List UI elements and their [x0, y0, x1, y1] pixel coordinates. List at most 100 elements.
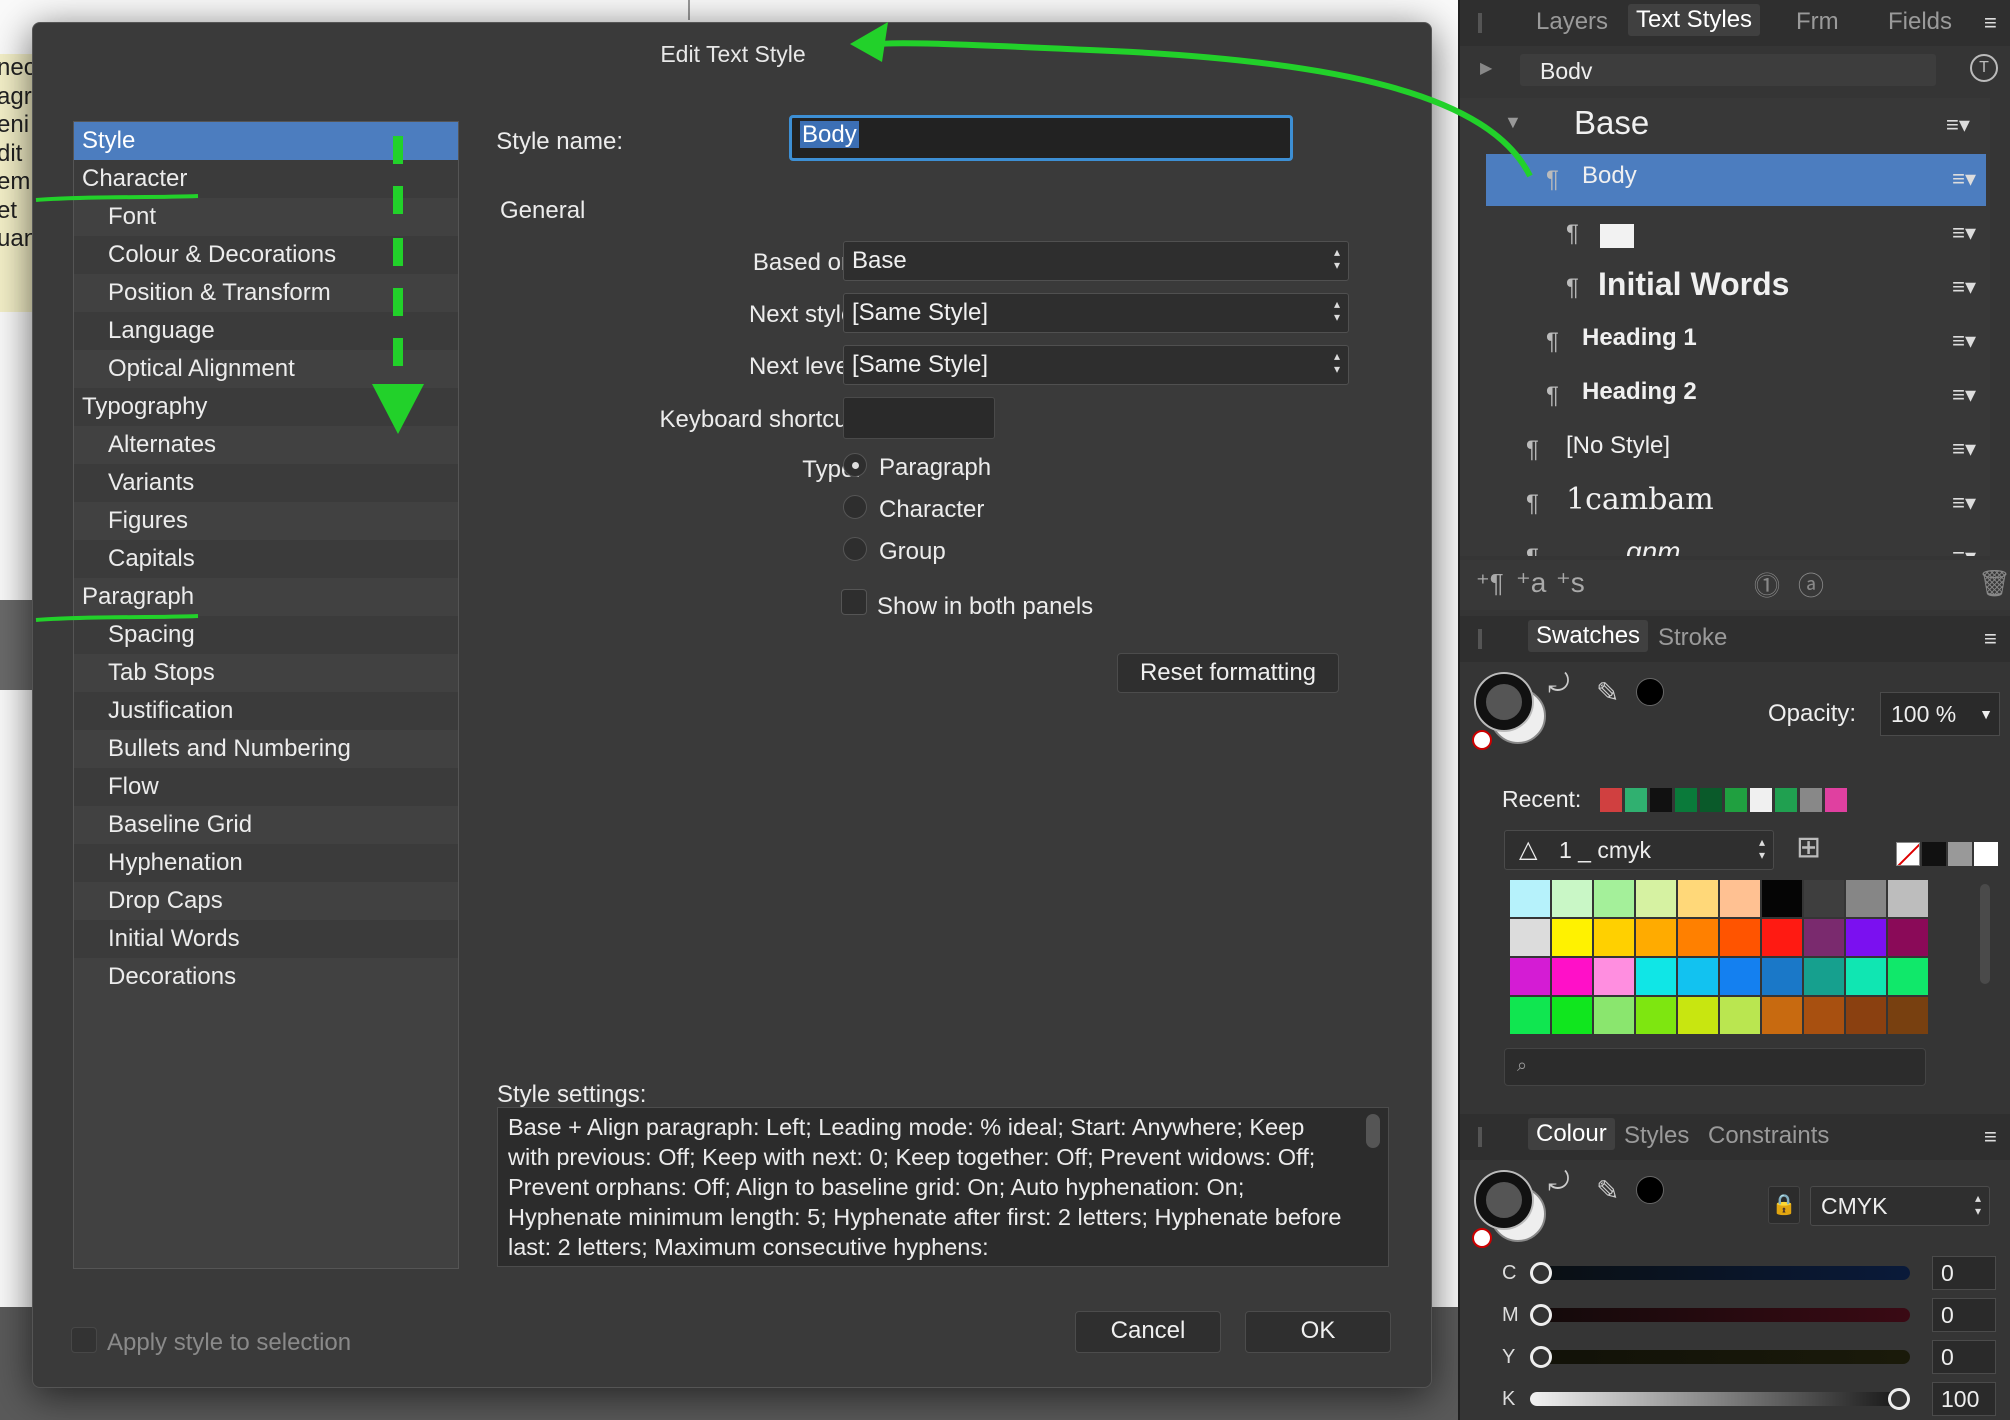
recent-color-swatch[interactable] [1700, 788, 1722, 812]
palette-swatch[interactable] [1804, 958, 1844, 995]
palette-select[interactable]: △ 1 _ cmyk ▴ ▾ [1504, 830, 1774, 870]
add-swatch-icon[interactable]: ⊞ [1796, 830, 1821, 865]
nav-item-hyphenation[interactable]: Hyphenation [74, 844, 458, 882]
panel-grip-icon[interactable] [1478, 13, 1482, 33]
nav-item-baseline-grid[interactable]: Baseline Grid [74, 806, 458, 844]
collapse-triangle-icon[interactable]: ▼ [1504, 112, 1522, 133]
palette-swatch[interactable] [1594, 958, 1634, 995]
current-color-dot[interactable] [1636, 678, 1664, 706]
grey-swatch[interactable] [1948, 842, 1972, 866]
paragraph-icon[interactable]: ⓵ [1754, 566, 1780, 603]
no-fill-icon[interactable] [1472, 1228, 1492, 1248]
nav-item-alternates[interactable]: Alternates [74, 426, 458, 464]
panel-grip-icon[interactable] [1478, 1127, 1482, 1147]
row-menu-icon[interactable]: ≡▾ [1952, 328, 1976, 354]
palette-swatch[interactable] [1594, 919, 1634, 956]
based-on-select[interactable]: Base ▴ ▾ [843, 241, 1349, 281]
channel-slider[interactable] [1530, 1350, 1910, 1364]
recent-color-swatch[interactable] [1775, 788, 1797, 812]
lock-icon[interactable]: 🔒 [1768, 1186, 1800, 1224]
nav-item-style[interactable]: Style [74, 122, 458, 160]
recent-color-swatch[interactable] [1825, 788, 1847, 812]
palette-swatch[interactable] [1720, 880, 1760, 917]
eyedropper-icon[interactable]: ✎ [1596, 1174, 1619, 1207]
tab-swatches[interactable]: Swatches [1528, 620, 1649, 652]
channel-value-field[interactable]: 0 [1932, 1298, 1996, 1332]
palette-swatch[interactable] [1510, 880, 1550, 917]
palette-swatch[interactable] [1636, 997, 1676, 1034]
nav-item-language[interactable]: Language [74, 312, 458, 350]
nav-item-tab-stops[interactable]: Tab Stops [74, 654, 458, 692]
opacity-field[interactable]: 100 % ▼ [1880, 692, 2000, 736]
nav-item-typography[interactable]: Typography [74, 388, 458, 426]
palette-swatch[interactable] [1846, 919, 1886, 956]
text-styles-list[interactable]: ▼ Base ≡▾ ¶ Body ≡▾ ¶ ≡▾ ¶ Initial Words ≡▾ ¶ Hea… [1460, 98, 1990, 556]
white-swatch[interactable] [1974, 842, 1998, 866]
recent-color-swatch[interactable] [1800, 788, 1822, 812]
palette-swatch[interactable] [1762, 958, 1802, 995]
none-swatch-icon[interactable] [1896, 842, 1920, 866]
palette-swatch[interactable] [1846, 880, 1886, 917]
palette-swatch[interactable] [1552, 880, 1592, 917]
type-paragraph-radio[interactable] [843, 453, 867, 477]
channel-slider[interactable] [1530, 1266, 1910, 1280]
text-style-row[interactable]: ¶ gnm ≡▾ [1486, 532, 1986, 556]
palette-swatch[interactable] [1888, 880, 1928, 917]
new-group-style-icon[interactable]: ⁺s [1556, 566, 1585, 599]
current-style-bar[interactable]: ▶ Bodv T [1472, 52, 1998, 88]
swatch-search-field[interactable]: ⌕ [1504, 1048, 1926, 1086]
panel-menu-icon[interactable]: ≡ [1984, 1124, 1997, 1150]
nav-item-bullets-and-numbering[interactable]: Bullets and Numbering [74, 730, 458, 768]
text-style-row[interactable]: ¶ Heading 2 ≡▾ [1486, 370, 1986, 422]
type-group-radio[interactable] [843, 537, 867, 561]
palette-swatch[interactable] [1678, 919, 1718, 956]
nav-item-drop-caps[interactable]: Drop Caps [74, 882, 458, 920]
palette-swatch[interactable] [1804, 919, 1844, 956]
nav-item-character[interactable]: Character [74, 160, 458, 198]
palette-swatch[interactable] [1510, 919, 1550, 956]
tab-text-styles[interactable]: Text Styles [1628, 4, 1761, 36]
slider-knob[interactable] [1888, 1388, 1910, 1410]
palette-swatch[interactable] [1552, 919, 1592, 956]
slider-knob[interactable] [1530, 1304, 1552, 1326]
reset-formatting-button[interactable]: Reset formatting [1117, 653, 1339, 693]
palette-swatch[interactable] [1762, 997, 1802, 1034]
palette-swatch[interactable] [1804, 880, 1844, 917]
slider-knob[interactable] [1530, 1346, 1552, 1368]
text-style-row[interactable]: ¶ Heading 1 ≡▾ [1486, 316, 1986, 368]
recent-color-swatch[interactable] [1650, 788, 1672, 812]
current-color-dot[interactable] [1636, 1176, 1664, 1204]
slider-knob[interactable] [1530, 1262, 1552, 1284]
new-character-style-icon[interactable]: ⁺a [1516, 566, 1546, 599]
palette-swatch[interactable] [1846, 958, 1886, 995]
style-settings-scrollbar[interactable] [1366, 1114, 1380, 1148]
swatch-scrollbar[interactable] [1980, 884, 1990, 984]
swap-colors-icon[interactable]: ⤾ [1548, 1166, 1570, 1198]
keyboard-shortcut-field[interactable] [843, 397, 995, 439]
text-style-row[interactable]: ¶ [No Style] ≡▾ [1486, 424, 1986, 476]
tab-stroke[interactable]: Stroke [1658, 624, 1727, 652]
row-menu-icon[interactable]: ≡▾ [1952, 166, 1976, 192]
nav-item-spacing[interactable]: Spacing [74, 616, 458, 654]
delete-icon[interactable]: 🗑 [1978, 568, 2010, 599]
panel-menu-icon[interactable]: ≡ [1984, 10, 1997, 36]
nav-item-position-transform[interactable]: Position & Transform [74, 274, 458, 312]
tab-styles[interactable]: Styles [1624, 1122, 1689, 1150]
text-style-row[interactable]: ¶ Body ≡▾ [1486, 154, 1986, 206]
nav-item-optical-alignment[interactable]: Optical Alignment [74, 350, 458, 388]
palette-swatch[interactable] [1510, 958, 1550, 995]
character-icon[interactable]: ⓐ [1798, 566, 1824, 603]
swap-colors-icon[interactable]: ⤾ [1548, 668, 1570, 700]
row-menu-icon[interactable]: ≡▾ [1952, 220, 1976, 246]
colour-fill-stroke-selector[interactable] [1472, 1166, 1556, 1250]
nav-item-flow[interactable]: Flow [74, 768, 458, 806]
nav-item-initial-words[interactable]: Initial Words [74, 920, 458, 958]
nav-item-figures[interactable]: Figures [74, 502, 458, 540]
row-menu-icon[interactable]: ≡▾ [1946, 112, 1970, 138]
fill-stroke-selector[interactable] [1472, 668, 1556, 752]
channel-slider[interactable] [1530, 1392, 1910, 1406]
eyedropper-icon[interactable]: ✎ [1596, 676, 1619, 709]
palette-swatch[interactable] [1888, 958, 1928, 995]
tab-constraints[interactable]: Constraints [1708, 1122, 1829, 1150]
palette-swatch[interactable] [1888, 997, 1928, 1034]
